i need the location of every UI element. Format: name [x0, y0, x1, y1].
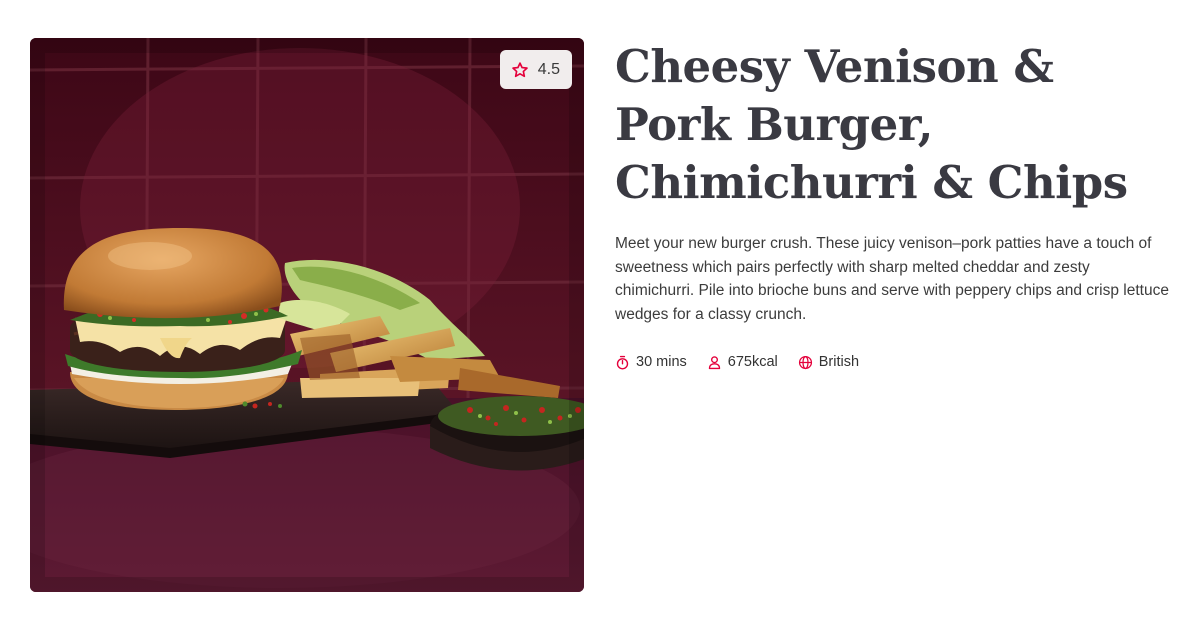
star-icon	[511, 61, 528, 77]
recipe-meta: 30 mins 675kcal British	[615, 354, 1175, 370]
timer-icon	[616, 355, 629, 369]
rating-badge[interactable]: 4.5	[499, 50, 572, 89]
meta-calories: 675kcal	[707, 354, 778, 370]
burger-photo	[30, 38, 584, 592]
meta-cuisine-label: British	[818, 354, 860, 370]
recipe-image[interactable]: 4.5	[30, 38, 584, 592]
globe-icon	[798, 355, 812, 369]
rating-value: 4.5	[537, 60, 560, 78]
meta-time: 30 mins	[615, 354, 687, 370]
recipe-title: Cheesy Venison & Pork Burger, Chimichurr…	[615, 40, 1128, 209]
meta-time-label: 30 mins	[636, 354, 687, 370]
recipe-description: Meet your new burger crush. These juicy …	[615, 235, 1169, 323]
meta-cuisine: British	[798, 354, 859, 370]
meta-calories-label: 675kcal	[727, 354, 778, 370]
person-icon	[708, 355, 720, 369]
recipe-details: Cheesy Venison & Pork Burger, Chimichurr…	[615, 38, 1175, 370]
recipe-card: 4.5 Cheesy Venison & Pork Burger, Chimic…	[0, 0, 1200, 630]
